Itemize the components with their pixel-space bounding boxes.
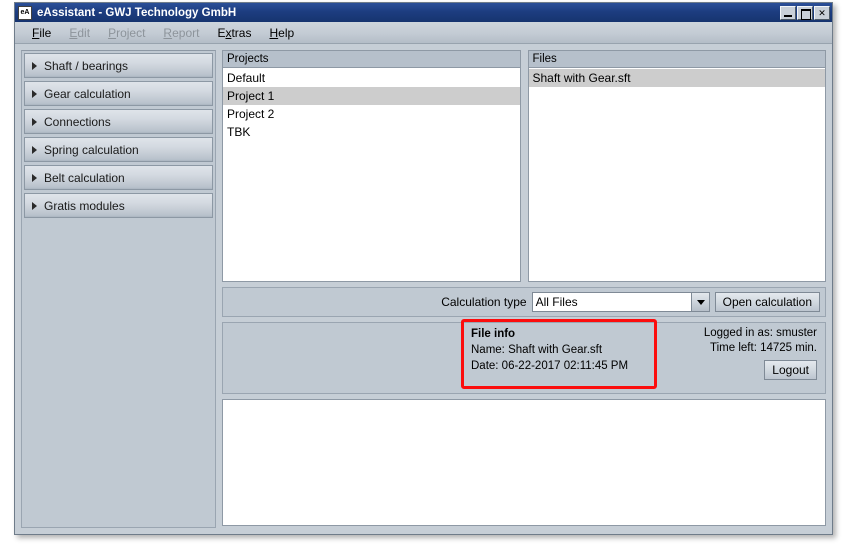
- menu-help[interactable]: Help: [260, 24, 303, 42]
- minimize-button[interactable]: [780, 5, 796, 20]
- app-icon: eA: [18, 5, 32, 20]
- file-info-title: File info: [471, 328, 516, 340]
- login-block: Logged in as: smuster Time left: 14725 m…: [704, 327, 817, 380]
- sidebar: Shaft / bearings Gear calculation Connec…: [21, 50, 216, 528]
- close-icon: ✕: [818, 7, 826, 18]
- files-panel: Files Shaft with Gear.sft: [527, 50, 826, 282]
- sidebar-item-label: Connections: [44, 114, 111, 129]
- file-info-block: File info Name: Shaft with Gear.sft Date…: [471, 328, 657, 376]
- sidebar-item-label: Shaft / bearings: [44, 58, 129, 73]
- list-item[interactable]: Project 1: [223, 87, 520, 105]
- sidebar-item-spring-calculation[interactable]: Spring calculation: [24, 137, 213, 162]
- list-item[interactable]: Default: [223, 69, 520, 87]
- menu-bar: File Edit Project Report Extras Help: [15, 22, 832, 44]
- sidebar-item-label: Gratis modules: [44, 198, 125, 213]
- list-item[interactable]: Shaft with Gear.sft: [528, 69, 825, 87]
- projects-list[interactable]: Default Project 1 Project 2 TBK: [223, 68, 520, 281]
- open-calculation-button[interactable]: Open calculation: [714, 292, 820, 312]
- time-left: Time left: 14725 min.: [710, 342, 817, 354]
- menu-extras[interactable]: Extras: [208, 24, 260, 42]
- menu-edit: Edit: [69, 25, 91, 40]
- calculation-type-select[interactable]: All Files: [531, 292, 710, 312]
- maximize-icon: [798, 7, 812, 20]
- chevron-down-icon[interactable]: [690, 293, 709, 311]
- sidebar-item-belt-calculation[interactable]: Belt calculation: [24, 165, 213, 190]
- chevron-right-icon: [32, 117, 37, 126]
- sidebar-item-label: Spring calculation: [44, 142, 139, 157]
- window-body: Shaft / bearings Gear calculation Connec…: [15, 44, 832, 534]
- info-bar: File info Name: Shaft with Gear.sft Date…: [222, 319, 826, 394]
- logout-button[interactable]: Logout: [764, 360, 817, 380]
- sidebar-item-label: Belt calculation: [44, 170, 125, 185]
- projects-panel: Projects Default Project 1 Project 2 TBK: [222, 50, 521, 282]
- lists-row: Projects Default Project 1 Project 2 TBK…: [222, 50, 826, 282]
- logged-in-as: Logged in as: smuster: [703, 327, 817, 339]
- minimize-icon: [781, 7, 795, 19]
- calculation-type-bar: Calculation type All Files Open calculat…: [222, 287, 826, 317]
- list-item[interactable]: Project 2: [223, 105, 520, 123]
- file-info-name: Name: Shaft with Gear.sft: [471, 344, 603, 356]
- menu-project: Project: [108, 25, 146, 40]
- window-title: eAssistant - GWJ Technology GmbH: [37, 6, 237, 19]
- list-item[interactable]: TBK: [223, 123, 520, 141]
- file-info-date: Date: 06-22-2017 02:11:45 PM: [471, 360, 629, 372]
- files-list[interactable]: Shaft with Gear.sft: [528, 68, 825, 281]
- sidebar-item-gear-calculation[interactable]: Gear calculation: [24, 81, 213, 106]
- projects-header: Projects: [223, 51, 520, 68]
- title-bar: eA eAssistant - GWJ Technology GmbH ✕: [15, 3, 832, 22]
- chevron-right-icon: [32, 61, 37, 70]
- calculation-type-label: Calculation type: [441, 295, 527, 309]
- sidebar-item-connections[interactable]: Connections: [24, 109, 213, 134]
- content-column: Projects Default Project 1 Project 2 TBK…: [222, 50, 826, 528]
- menu-file[interactable]: File: [23, 24, 60, 42]
- chevron-right-icon: [32, 145, 37, 154]
- maximize-button[interactable]: [797, 5, 813, 20]
- application-window: eA eAssistant - GWJ Technology GmbH ✕ Fi…: [14, 2, 833, 535]
- chevron-right-icon: [32, 89, 37, 98]
- calculation-type-value: All Files: [532, 293, 691, 311]
- menu-report: Report: [163, 25, 200, 40]
- chevron-right-icon: [32, 173, 37, 182]
- sidebar-item-label: Gear calculation: [44, 86, 131, 101]
- sidebar-item-gratis-modules[interactable]: Gratis modules: [24, 193, 213, 218]
- chevron-right-icon: [32, 201, 37, 210]
- sidebar-item-shaft-bearings[interactable]: Shaft / bearings: [24, 53, 213, 78]
- files-header: Files: [528, 51, 825, 68]
- output-panel[interactable]: [222, 399, 826, 526]
- close-button[interactable]: ✕: [814, 5, 830, 20]
